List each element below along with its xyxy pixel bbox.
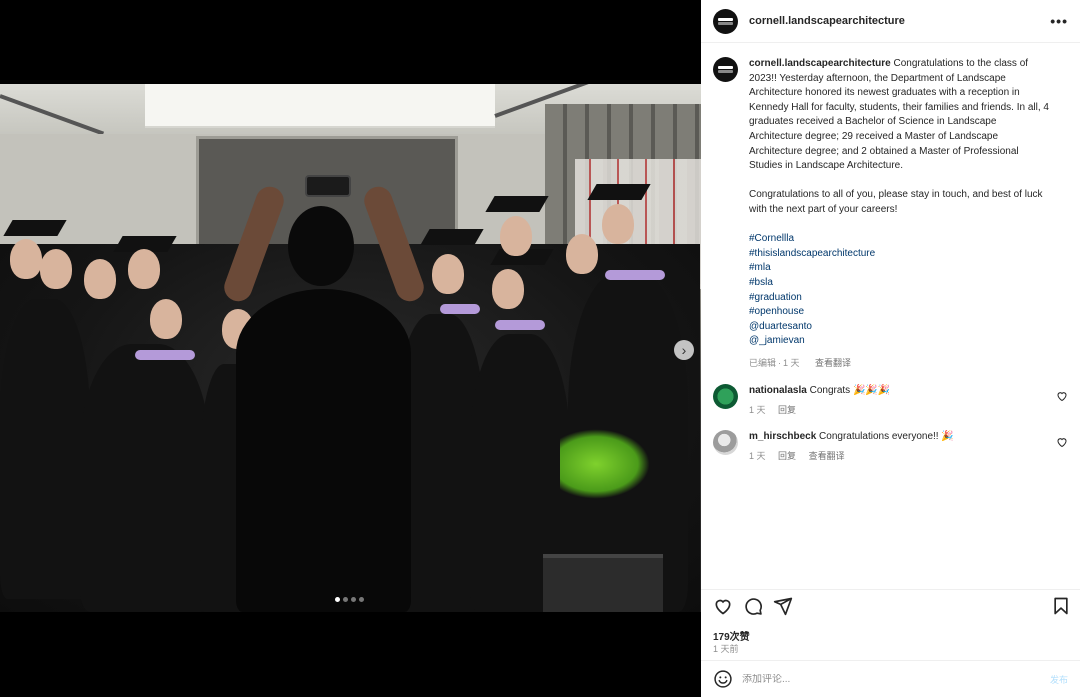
- comment-text: Congrats: [809, 385, 851, 397]
- avatar[interactable]: [713, 57, 738, 82]
- chevron-right-icon: ›: [681, 342, 687, 358]
- hashtag-link[interactable]: #graduation: [749, 291, 1049, 306]
- carousel-dot: [343, 597, 348, 602]
- post-header: cornell.landscapearchitecture •••: [701, 0, 1080, 43]
- photo-trash-bin: [543, 554, 663, 612]
- caption-username[interactable]: cornell.landscapearchitecture: [749, 58, 891, 69]
- post-side-panel: cornell.landscapearchitecture ••• cornel…: [701, 0, 1080, 697]
- logo-mark: [718, 17, 733, 21]
- hashtag-link[interactable]: #bsla: [749, 276, 1049, 291]
- posted-time: 1 天前: [713, 644, 739, 654]
- emoji-icon[interactable]: [713, 669, 733, 689]
- graduate-face: [40, 249, 72, 289]
- post-author-username[interactable]: cornell.landscapearchitecture: [749, 15, 905, 27]
- graduate-face: [500, 216, 532, 256]
- reply-link[interactable]: 回复: [778, 451, 796, 461]
- graduate-hood: [605, 270, 665, 280]
- graduate-cap: [587, 184, 651, 200]
- photographer-head: [288, 206, 354, 286]
- comment-username[interactable]: nationalasla: [749, 385, 807, 396]
- graduate-face: [128, 249, 160, 289]
- graduate-cap: [420, 229, 484, 245]
- caption-body: cornell.landscapearchitecture Congratula…: [749, 57, 1049, 370]
- comment-emoji: 🎉🎉🎉: [852, 385, 891, 397]
- more-horizontal-icon[interactable]: •••: [1050, 14, 1068, 28]
- mention-link[interactable]: @duartesanto: [749, 320, 1049, 335]
- caption-time: 1 天: [783, 357, 800, 368]
- photo-plant: [560, 429, 650, 499]
- add-comment-bar: 发布: [701, 660, 1080, 697]
- avatar[interactable]: [713, 8, 738, 34]
- avatar[interactable]: [713, 430, 738, 456]
- caption-meta: 已编辑 · 1 天 查看翻译: [749, 356, 1049, 371]
- heart-icon[interactable]: [1056, 436, 1068, 448]
- caption-text: Congratulations to the class of 2023!! Y…: [749, 58, 1049, 172]
- see-translation-link[interactable]: 查看翻译: [815, 358, 851, 368]
- photographer-phone: [305, 175, 351, 197]
- photo-skylight: [145, 84, 495, 128]
- carousel-dot: [351, 597, 356, 602]
- meta-separator: ·: [778, 357, 782, 368]
- likes-count[interactable]: 179次赞: [713, 628, 750, 643]
- edited-label: 已编辑: [749, 357, 777, 368]
- comment-text: Congratulations everyone!!: [819, 431, 939, 443]
- comment-item: nationalasla Congrats 🎉🎉🎉 1 天 回复: [701, 384, 1080, 417]
- graduate-face: [566, 234, 598, 274]
- hashtag-link[interactable]: #Cornellla: [749, 232, 1049, 247]
- caption-text-2: Congratulations to all of you, please st…: [749, 189, 1043, 215]
- graduate-hood: [135, 350, 195, 360]
- graduate-face: [84, 259, 116, 299]
- graduate-face: [492, 269, 524, 309]
- hashtag-link[interactable]: #mla: [749, 261, 1049, 276]
- post-comment-button[interactable]: 发布: [1050, 673, 1068, 686]
- graduate-face: [602, 204, 634, 244]
- logo-mark: [718, 66, 733, 69]
- post-actions-bar: 179次赞 1 天前: [701, 589, 1080, 659]
- comments-area[interactable]: cornell.landscapearchitecture Congratula…: [701, 44, 1080, 590]
- carousel-next-button[interactable]: ›: [674, 340, 694, 360]
- post-photo[interactable]: [0, 84, 701, 612]
- graduate-face: [10, 239, 42, 279]
- comment-meta: 1 天 回复: [749, 403, 1049, 417]
- heart-icon[interactable]: [713, 596, 733, 616]
- caption: cornell.landscapearchitecture Congratula…: [701, 44, 1080, 370]
- comment-time: 1 天: [749, 405, 766, 416]
- carousel-indicator: [335, 597, 364, 602]
- comment-body: nationalasla Congrats 🎉🎉🎉 1 天 回复: [749, 384, 1049, 417]
- mention-link[interactable]: @_jamievan: [749, 334, 1049, 349]
- graduate-hood: [495, 320, 545, 330]
- comment-time: 1 天: [749, 451, 766, 462]
- bookmark-icon[interactable]: [1051, 596, 1071, 616]
- hashtag-link[interactable]: #thisislandscapearchitecture: [749, 247, 1049, 262]
- carousel-dot: [335, 597, 340, 602]
- comment-body: m_hirschbeck Congratulations everyone!! …: [749, 430, 1049, 463]
- reply-link[interactable]: 回复: [778, 405, 796, 415]
- share-icon[interactable]: [773, 596, 793, 616]
- comment-input[interactable]: [742, 673, 1032, 685]
- graduate-hood: [440, 304, 480, 314]
- graduate-cap: [485, 196, 549, 212]
- graduate-figure: [80, 344, 210, 612]
- comment-username[interactable]: m_hirschbeck: [749, 431, 816, 442]
- media-pane: ›: [0, 0, 701, 697]
- graduate-face: [432, 254, 464, 294]
- avatar[interactable]: [713, 384, 738, 410]
- graduate-cap: [3, 220, 67, 236]
- hashtag-link[interactable]: #openhouse: [749, 305, 1049, 320]
- heart-icon[interactable]: [1056, 390, 1068, 402]
- see-translation-link[interactable]: 查看翻译: [809, 451, 845, 461]
- photographer-figure: [236, 289, 411, 612]
- comment-meta: 1 天 回复 查看翻译: [749, 449, 1049, 463]
- comment-icon[interactable]: [743, 596, 763, 616]
- carousel-dot: [359, 597, 364, 602]
- comment-item: m_hirschbeck Congratulations everyone!! …: [701, 430, 1080, 463]
- graduate-face: [150, 299, 182, 339]
- comment-emoji: 🎉: [941, 431, 954, 443]
- graduate-figure: [0, 299, 90, 599]
